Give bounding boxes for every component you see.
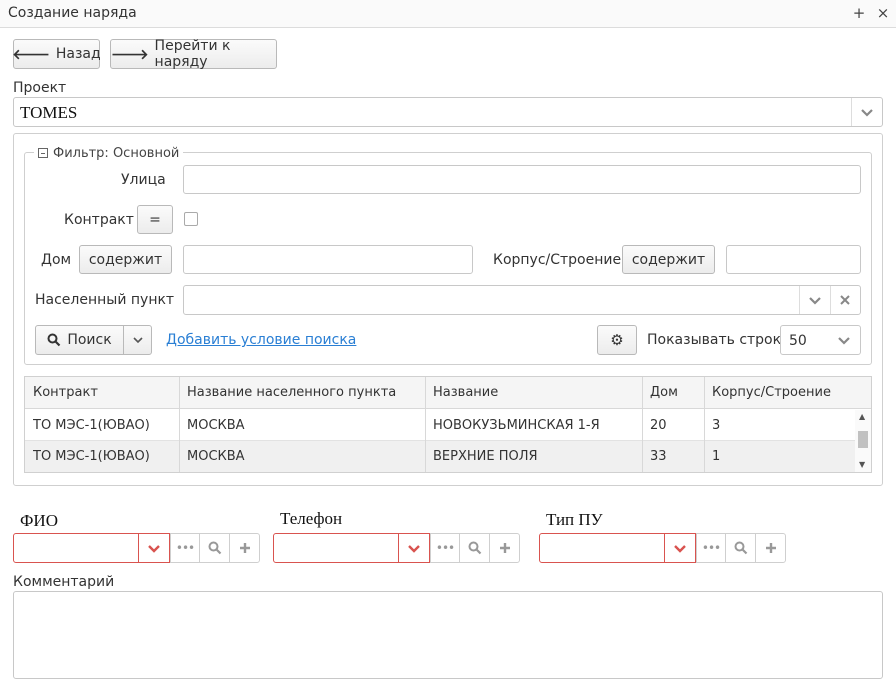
ellipsis-icon: ••• <box>701 541 721 555</box>
fio-select[interactable] <box>13 533 170 563</box>
table-row[interactable]: ТО МЭС-1(ЮВАО) МОСКВА НОВОКУЗЬМИНСКАЯ 1-… <box>25 410 855 441</box>
cell-locality: МОСКВА <box>187 449 245 464</box>
fio-search-button[interactable] <box>199 533 230 563</box>
project-value: TOMES <box>20 103 78 122</box>
fio-more-button[interactable]: ••• <box>170 533 200 563</box>
house-input[interactable] <box>183 245 473 274</box>
building-input[interactable] <box>726 245 861 274</box>
column-header[interactable]: Название населенного пункта <box>187 385 396 400</box>
building-label: Корпус/Строение <box>493 252 622 268</box>
comment-textarea[interactable] <box>13 591 883 679</box>
grid-header: Контракт Название населенного пункта Наз… <box>25 377 871 409</box>
fio-label: ФИО <box>20 511 58 530</box>
locality-select[interactable] <box>183 285 861 315</box>
collapse-icon[interactable] <box>38 148 48 158</box>
contract-label: Контракт <box>64 212 134 228</box>
chevron-down-icon[interactable] <box>808 294 822 308</box>
contract-operator-label: = <box>149 211 161 228</box>
house-label: Дом <box>41 252 72 268</box>
chevron-down-icon[interactable] <box>407 542 421 556</box>
window-titlebar: Создание наряда + × <box>0 0 896 28</box>
cell-house: 20 <box>650 418 667 433</box>
scroll-up-icon[interactable]: ▲ <box>859 412 865 421</box>
results-grid: Контракт Название населенного пункта Наз… <box>24 376 872 473</box>
arrow-left-icon: 🡐 <box>12 46 50 63</box>
project-select[interactable]: TOMES <box>13 97 883 127</box>
cell-contract: ТО МЭС-1(ЮВАО) <box>33 449 150 464</box>
search-button-label: Поиск <box>67 332 112 348</box>
ellipsis-icon: ••• <box>175 541 195 555</box>
show-rows-select[interactable]: 50 <box>780 325 861 355</box>
meter-type-search-button[interactable] <box>725 533 756 563</box>
phone-add-button[interactable] <box>489 533 520 563</box>
house-operator-button[interactable]: содержит <box>79 245 172 274</box>
chevron-down-icon <box>838 337 850 345</box>
plus-icon <box>765 543 776 553</box>
plus-icon <box>499 543 510 553</box>
chevron-down-icon[interactable] <box>147 542 161 556</box>
cell-name: ВЕРХНИЕ ПОЛЯ <box>433 449 538 464</box>
meter-type-more-button[interactable]: ••• <box>696 533 726 563</box>
contract-checkbox[interactable] <box>184 212 198 226</box>
search-icon <box>734 541 747 555</box>
search-icon <box>208 541 221 555</box>
search-options-button[interactable] <box>123 325 152 355</box>
cell-contract: ТО МЭС-1(ЮВАО) <box>33 418 150 433</box>
gear-icon: ⚙ <box>610 331 624 349</box>
scroll-down-icon[interactable]: ▼ <box>859 460 865 469</box>
project-label: Проект <box>13 80 67 96</box>
filter-legend-text: Фильтр: Основной <box>53 145 180 161</box>
back-button-label: Назад <box>55 46 101 62</box>
scrollbar-thumb[interactable] <box>858 431 868 448</box>
meter-type-select[interactable] <box>539 533 696 563</box>
cell-name: НОВОКУЗЬМИНСКАЯ 1-Я <box>433 418 600 433</box>
column-header[interactable]: Корпус/Строение <box>712 385 831 400</box>
goto-order-button[interactable]: 🡒 Перейти к наряду <box>110 38 277 70</box>
phone-search-button[interactable] <box>459 533 490 563</box>
street-label: Улица <box>121 172 166 188</box>
cell-locality: МОСКВА <box>187 418 245 433</box>
column-header[interactable]: Дом <box>650 385 678 400</box>
meter-type-label: Тип ПУ <box>546 510 603 529</box>
show-rows-value: 50 <box>789 333 807 349</box>
grid-scrollbar[interactable]: ▲ ▼ <box>855 410 871 472</box>
search-button[interactable]: Поиск <box>35 325 124 355</box>
chevron-down-icon <box>132 337 143 344</box>
phone-more-button[interactable]: ••• <box>430 533 460 563</box>
arrow-right-icon: 🡒 <box>111 46 149 63</box>
cell-building: 3 <box>712 418 721 433</box>
building-operator-button[interactable]: содержит <box>622 245 715 274</box>
cell-house: 33 <box>650 449 667 464</box>
add-condition-link[interactable]: Добавить условие поиска <box>166 332 356 348</box>
window-title: Создание наряда <box>8 5 137 21</box>
filter-legend[interactable]: Фильтр: Основной <box>34 145 184 161</box>
search-icon <box>468 541 481 555</box>
plus-icon <box>239 543 250 553</box>
fio-add-button[interactable] <box>229 533 260 563</box>
pin-icon[interactable]: + <box>850 3 868 23</box>
table-row[interactable]: ТО МЭС-1(ЮВАО) МОСКВА ВЕРХНИЕ ПОЛЯ 33 1 <box>25 441 855 472</box>
column-header[interactable]: Контракт <box>33 385 98 400</box>
settings-button[interactable]: ⚙ <box>597 325 637 355</box>
ellipsis-icon: ••• <box>435 541 455 555</box>
show-rows-label: Показывать строк <box>647 332 782 348</box>
locality-label: Населенный пункт <box>35 292 175 308</box>
chevron-down-icon[interactable] <box>673 542 687 556</box>
meter-type-add-button[interactable] <box>755 533 786 563</box>
search-icon <box>47 333 61 347</box>
column-header[interactable]: Название <box>433 385 498 400</box>
cell-building: 1 <box>712 449 721 464</box>
street-input[interactable] <box>183 165 861 194</box>
clear-icon[interactable] <box>839 294 851 306</box>
house-operator-label: содержит <box>88 251 163 268</box>
building-operator-label: содержит <box>631 251 706 268</box>
close-icon[interactable]: × <box>874 3 892 23</box>
contract-operator-button[interactable]: = <box>137 205 173 234</box>
chevron-down-icon[interactable] <box>860 106 874 120</box>
goto-order-button-label: Перейти к наряду <box>154 38 231 70</box>
phone-select[interactable] <box>273 533 430 563</box>
comment-label: Комментарий <box>13 574 115 590</box>
back-button[interactable]: 🡐 Назад <box>12 39 101 69</box>
phone-label: Телефон <box>280 509 343 528</box>
